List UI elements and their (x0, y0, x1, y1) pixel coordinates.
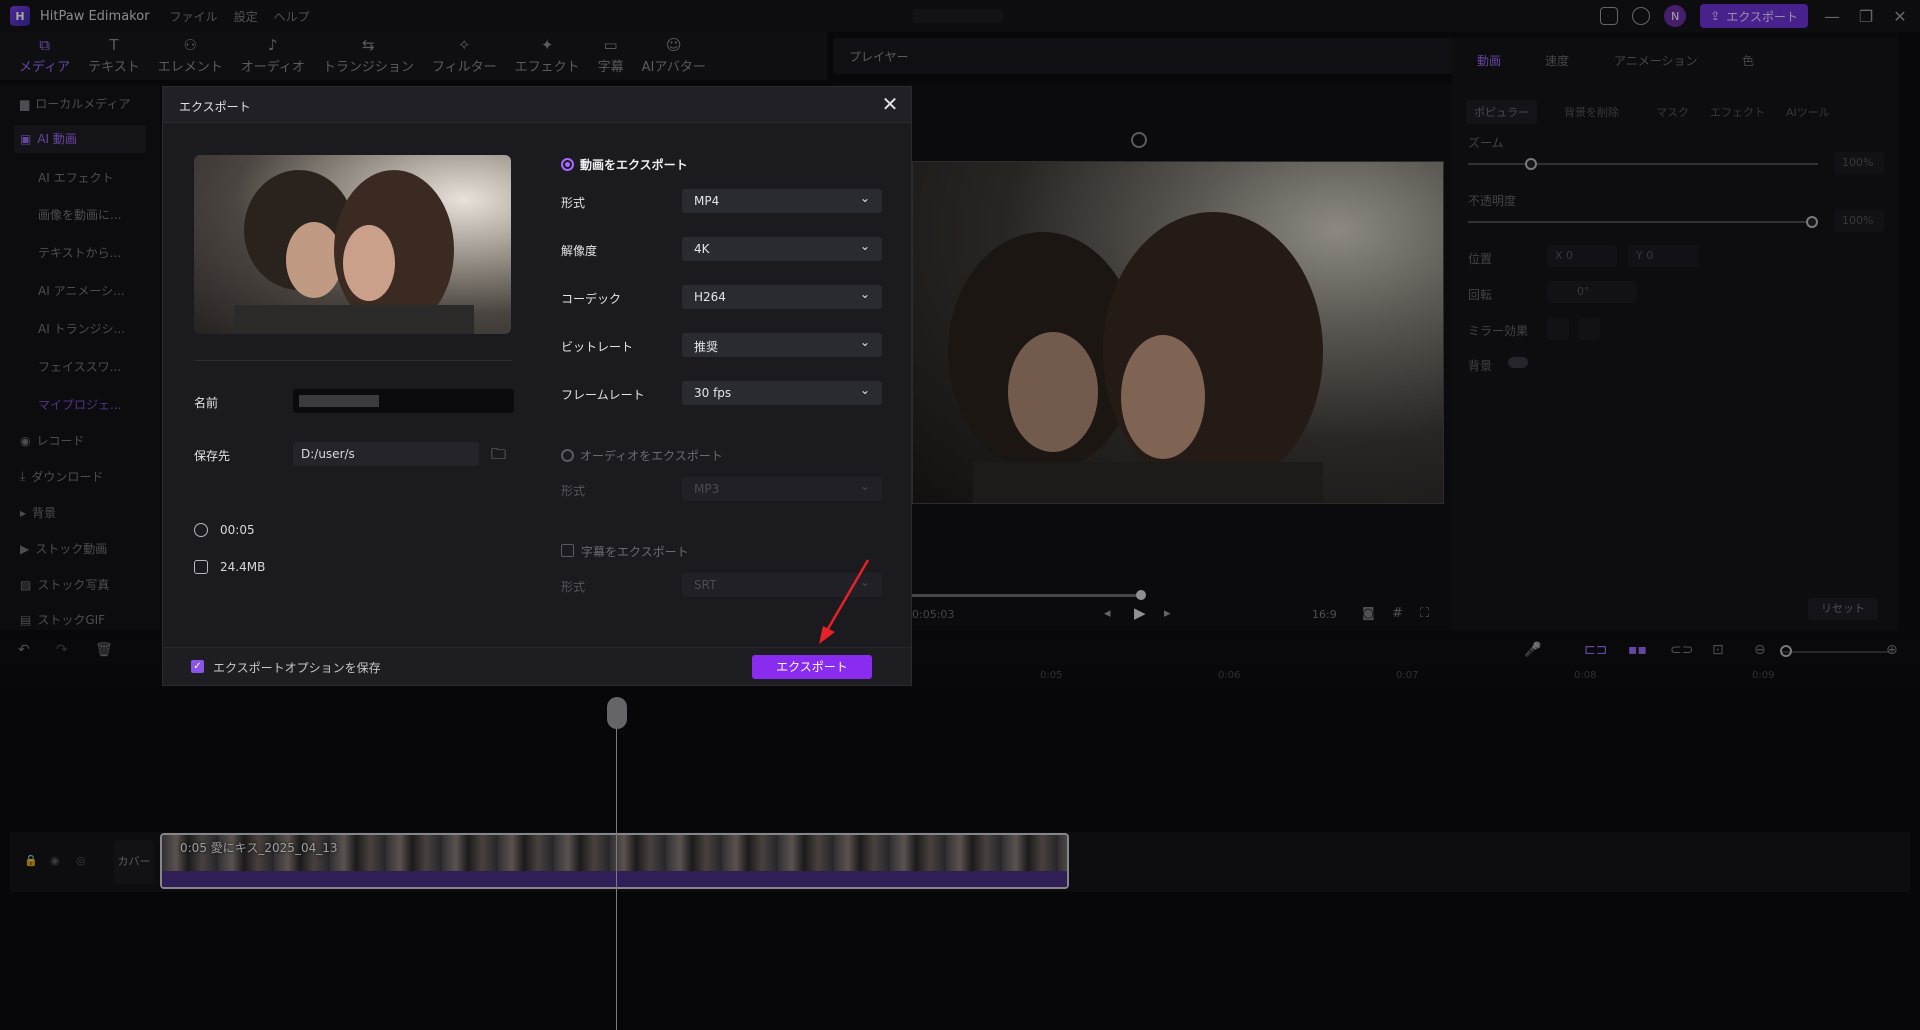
chevron-down-icon: ⌄ (859, 191, 870, 205)
name-label: 名前 (194, 396, 219, 410)
chevron-down-icon: ⌄ (859, 383, 870, 397)
resolution-select[interactable]: 4K ⌄ (682, 237, 882, 261)
clock-icon (194, 523, 208, 537)
audio-format-value: MP3 (694, 482, 720, 496)
size-value: 24.4MB (220, 560, 266, 574)
radio-on-icon (561, 158, 574, 171)
format-label: 形式 (561, 196, 586, 210)
annotation-arrow (819, 559, 870, 644)
name-input[interactable] (293, 389, 514, 413)
export-video-label: 動画をエクスポート (580, 158, 688, 172)
framerate-select[interactable]: 30 fps ⌄ (682, 381, 882, 405)
bitrate-value: 推奨 (694, 340, 719, 354)
export-button[interactable]: エクスポート (752, 655, 872, 679)
export-subtitle-checkbox[interactable] (561, 544, 574, 557)
chevron-down-icon: ⌄ (859, 479, 870, 493)
codec-select[interactable]: H264 ⌄ (682, 285, 882, 309)
codec-label: コーデック (561, 292, 622, 306)
framerate-value: 30 fps (694, 386, 732, 400)
save-options-checkbox[interactable]: ✓ (191, 660, 204, 673)
audio-format-label: 形式 (561, 484, 586, 498)
size-row: 24.4MB (194, 560, 265, 574)
dialog-header: エクスポート ✕ (163, 87, 911, 123)
export-dialog: エクスポート ✕ 名前 保存先 D:/user/s 🗀 00:05 24.4MB… (162, 86, 912, 686)
name-redacted (299, 395, 379, 407)
export-video-radio[interactable]: 動画をエクスポート (561, 156, 688, 173)
close-icon[interactable]: ✕ (879, 93, 901, 115)
save-path-input[interactable]: D:/user/s (293, 442, 479, 466)
divider (194, 360, 512, 361)
radio-off-icon (561, 449, 574, 462)
resolution-value: 4K (694, 242, 710, 256)
bitrate-select[interactable]: 推奨 ⌄ (682, 333, 882, 357)
folder-icon[interactable]: 🗀 (491, 444, 506, 469)
export-audio-label: オーディオをエクスポート (580, 449, 723, 463)
format-select[interactable]: MP4 ⌄ (682, 189, 882, 213)
export-thumbnail (194, 155, 511, 334)
resolution-label: 解像度 (561, 244, 598, 258)
dialog-title: エクスポート (179, 100, 251, 114)
save-location-label: 保存先 (194, 449, 231, 463)
codec-value: H264 (694, 290, 726, 304)
subtitle-format-value: SRT (694, 578, 717, 592)
format-value: MP4 (694, 194, 720, 208)
thumbnail-couple (234, 170, 474, 334)
export-audio-radio[interactable]: オーディオをエクスポート (561, 447, 723, 464)
audio-format-select[interactable]: MP3 ⌄ (682, 477, 882, 501)
duration-row: 00:05 (194, 523, 255, 537)
save-options-label: エクスポートオプションを保存 (213, 661, 381, 675)
file-size-icon (194, 560, 208, 574)
framerate-label: フレームレート (561, 388, 645, 402)
export-subtitle-label: 字幕をエクスポート (581, 545, 689, 559)
duration-value: 00:05 (220, 523, 255, 537)
chevron-down-icon: ⌄ (859, 239, 870, 253)
chevron-down-icon: ⌄ (859, 287, 870, 301)
chevron-down-icon: ⌄ (859, 335, 870, 349)
bitrate-label: ビットレート (561, 340, 634, 354)
subtitle-format-label: 形式 (561, 580, 586, 594)
